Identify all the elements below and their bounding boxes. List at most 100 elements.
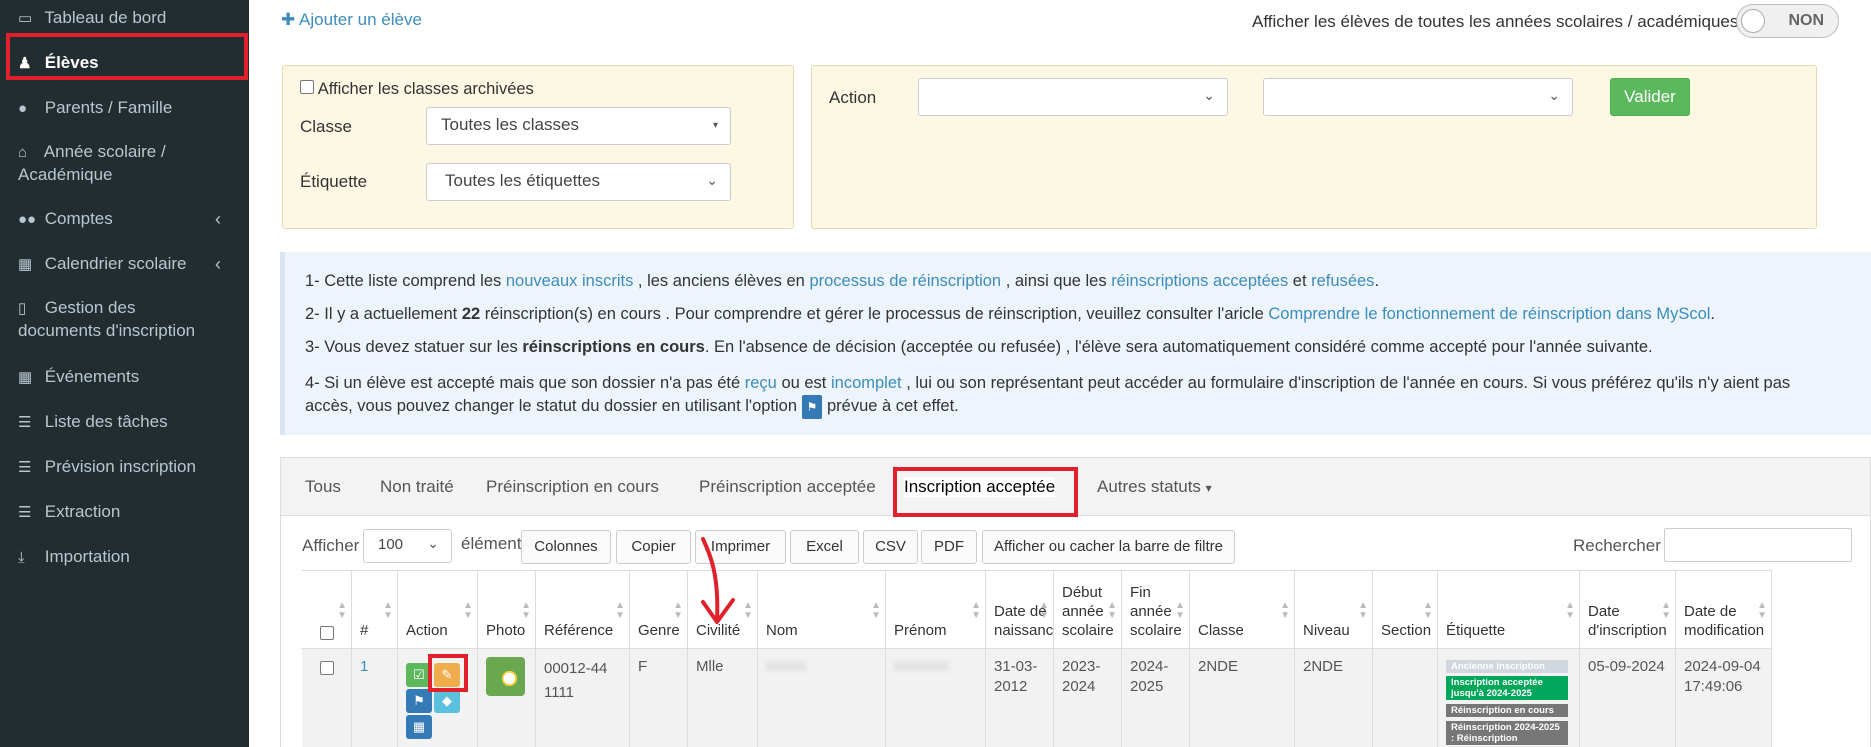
sidebar-item-comptes[interactable]: ●● Comptes ‹ bbox=[0, 208, 249, 231]
action-target-select[interactable]: ⌄ bbox=[1263, 78, 1573, 116]
info-line-4b: accès, vous pouvez changer le statut du … bbox=[305, 395, 1805, 419]
column-header-debut-annee[interactable]: Début année scolaire ▲ ▼ bbox=[1054, 570, 1122, 648]
accepted-reregistrations-link[interactable]: réinscriptions acceptées bbox=[1111, 272, 1288, 290]
row-select-cell bbox=[302, 648, 352, 747]
chevron-down-icon: ⌄ bbox=[1548, 87, 1560, 103]
student-photo[interactable] bbox=[486, 657, 525, 696]
sidebar-item-dashboard[interactable]: ▭ Tableau de bord bbox=[0, 7, 249, 30]
column-header-fin-annee[interactable]: Fin année scolaire ▲ ▼ bbox=[1122, 570, 1190, 648]
add-student-link[interactable]: ✚ Ajouter un élève bbox=[281, 10, 422, 30]
tab-tous[interactable]: Tous bbox=[305, 477, 341, 497]
column-header-genre[interactable]: Genre ▲ ▼ bbox=[630, 570, 688, 648]
sidebar-item-label: Tableau de bord bbox=[44, 8, 167, 27]
info-text: , lui ou son représentant peut accéder a… bbox=[901, 374, 1791, 392]
received-link[interactable]: reçu bbox=[745, 374, 777, 392]
reregistration-article-link[interactable]: Comprendre le fonctionnement de réinscri… bbox=[1268, 305, 1710, 323]
archived-label: Afficher les classes archivées bbox=[317, 80, 534, 98]
reregistration-process-link[interactable]: processus de réinscription bbox=[809, 272, 1001, 290]
columns-button[interactable]: Colonnes bbox=[521, 530, 611, 564]
column-header-nom[interactable]: Nom ▲ ▼ bbox=[758, 570, 886, 648]
column-label: Étiquette bbox=[1446, 622, 1506, 639]
info-text: ou est bbox=[776, 374, 831, 392]
copy-button[interactable]: Copier bbox=[616, 530, 691, 564]
column-header-niveau[interactable]: Niveau ▲ ▼ bbox=[1295, 570, 1373, 648]
sidebar-item-parents[interactable]: ● Parents / Famille bbox=[0, 97, 249, 120]
column-header-reference[interactable]: Référence ▲ ▼ bbox=[536, 570, 630, 648]
sidebar-item-prevision[interactable]: ☰ Prévision inscription bbox=[0, 456, 249, 479]
sort-icon: ▲ ▼ bbox=[463, 600, 473, 621]
tab-preinscription-en-cours[interactable]: Préinscription en cours bbox=[486, 477, 659, 497]
sidebar-item-calendrier[interactable]: ▦ Calendrier scolaire ‹ bbox=[0, 253, 249, 276]
column-header-photo[interactable]: Photo ▲ ▼ bbox=[478, 570, 536, 648]
column-header-date-modification[interactable]: Date de modification ▲ ▼ bbox=[1676, 570, 1772, 648]
calendar-icon[interactable]: ▦ bbox=[406, 715, 432, 739]
sort-icon[interactable]: ▲ ▼ bbox=[337, 601, 347, 621]
pdf-button[interactable]: PDF bbox=[921, 530, 977, 564]
validate-button[interactable]: Valider bbox=[1610, 78, 1690, 116]
archived-classes-option[interactable]: Afficher les classes archivées bbox=[300, 80, 534, 99]
tag-reinscription-2024-2025: Réinscription 2024-2025 : Réinscription bbox=[1446, 721, 1568, 745]
sidebar-item-documents[interactable]: ▯ Gestion des documents d'inscription bbox=[0, 297, 235, 342]
refused-link[interactable]: refusées bbox=[1311, 272, 1374, 290]
column-header-etiquette[interactable]: Étiquette ▲ ▼ bbox=[1438, 570, 1580, 648]
sidebar-item-label: Parents / Famille bbox=[44, 98, 173, 117]
page-size-select[interactable]: 100 ⌄ bbox=[363, 529, 452, 563]
table-cell-fin: 2024-2025 bbox=[1122, 648, 1190, 747]
sidebar-item-annee-scolaire[interactable]: ⌂ Année scolaire / Académique bbox=[0, 141, 190, 186]
flag-icon[interactable]: ⚑ bbox=[406, 689, 432, 713]
tab-preinscription-acceptee[interactable]: Préinscription acceptée bbox=[699, 477, 876, 497]
sidebar-item-importation[interactable]: ⤓ Importation bbox=[0, 546, 249, 569]
chevron-down-icon: ⌄ bbox=[706, 172, 718, 188]
column-label: Date de modification bbox=[1684, 603, 1765, 639]
info-text: 4- Si un élève est accepté mais que son … bbox=[305, 374, 745, 392]
toggle-knob bbox=[1741, 9, 1765, 33]
search-input[interactable] bbox=[1664, 528, 1852, 562]
column-header-classe[interactable]: Classe ▲ ▼ bbox=[1190, 570, 1295, 648]
new-registrations-link[interactable]: nouveaux inscrits bbox=[506, 272, 633, 290]
sort-icon: ▲ ▼ bbox=[871, 600, 881, 621]
highlight-box bbox=[6, 33, 248, 80]
tab-autres-statuts[interactable]: Autres statuts ▾ bbox=[1097, 477, 1212, 497]
sidebar-item-extraction[interactable]: ☰ Extraction bbox=[0, 501, 249, 524]
column-label: Genre bbox=[638, 622, 680, 639]
sidebar-item-evenements[interactable]: ▦ Événements bbox=[0, 366, 249, 389]
info-text: 2- Il y a actuellement bbox=[305, 305, 462, 323]
column-header-action[interactable]: Action ▲ ▼ bbox=[398, 570, 478, 648]
toggle-filter-bar-button[interactable]: Afficher ou cacher la barre de filtre bbox=[982, 530, 1235, 564]
row-checkbox[interactable] bbox=[319, 661, 334, 675]
class-select[interactable]: Toutes les classes ▾ bbox=[426, 107, 731, 145]
add-student-label: Ajouter un élève bbox=[299, 10, 422, 29]
csv-button[interactable]: CSV bbox=[863, 530, 918, 564]
column-header-prenom[interactable]: Prénom ▲ ▼ bbox=[886, 570, 986, 648]
column-header-date-naissance[interactable]: Date de naissance ▲ ▼ bbox=[986, 570, 1062, 648]
column-label: Photo bbox=[486, 622, 526, 639]
select-all-checkbox[interactable] bbox=[319, 626, 334, 640]
incomplete-link[interactable]: incomplet bbox=[831, 374, 902, 392]
info-text: . En l'absence de décision (acceptée ou … bbox=[704, 338, 1653, 356]
archived-checkbox[interactable] bbox=[300, 80, 314, 94]
info-line-1: 1- Cette liste comprend les nouveaux ins… bbox=[305, 270, 1805, 292]
table-cell-classe: 2NDE bbox=[1190, 648, 1295, 747]
all-years-toggle[interactable]: NON bbox=[1736, 4, 1839, 38]
sidebar-item-taches[interactable]: ☰ Liste des tâches bbox=[0, 411, 249, 434]
class-label: Classe bbox=[300, 117, 352, 136]
tag-ancienne-inscription: Ancienne inscription bbox=[1446, 660, 1568, 673]
tag-select-value: Toutes les étiquettes bbox=[445, 171, 600, 190]
action-select[interactable]: ⌄ bbox=[918, 78, 1228, 116]
column-header-section[interactable]: Section ▲ ▼ bbox=[1373, 570, 1438, 648]
tag-icon[interactable]: ◆ bbox=[434, 689, 460, 713]
column-label: Prénom bbox=[894, 622, 947, 639]
column-header-num[interactable]: # ▲ ▼ bbox=[352, 570, 398, 648]
filter-panel: Afficher les classes archivées Classe To… bbox=[282, 65, 794, 229]
column-header-date-inscription[interactable]: Date d'inscription ▲ ▼ bbox=[1580, 570, 1676, 648]
excel-button[interactable]: Excel bbox=[790, 530, 859, 564]
table-cell-date-naissance: 31-03-2012 bbox=[986, 648, 1054, 747]
row-number-link[interactable]: 1 bbox=[360, 658, 368, 675]
tag-select[interactable]: Toutes les étiquettes ⌄ bbox=[426, 163, 731, 201]
sort-icon: ▲ ▼ bbox=[1175, 600, 1185, 621]
table-cell-num: 1 bbox=[352, 648, 398, 747]
info-text: 1- Cette liste comprend les bbox=[305, 272, 506, 290]
search-label: Rechercher : bbox=[1573, 536, 1671, 555]
tab-non-traite[interactable]: Non traité bbox=[380, 477, 454, 497]
sidebar-item-label: Événements bbox=[44, 367, 140, 386]
